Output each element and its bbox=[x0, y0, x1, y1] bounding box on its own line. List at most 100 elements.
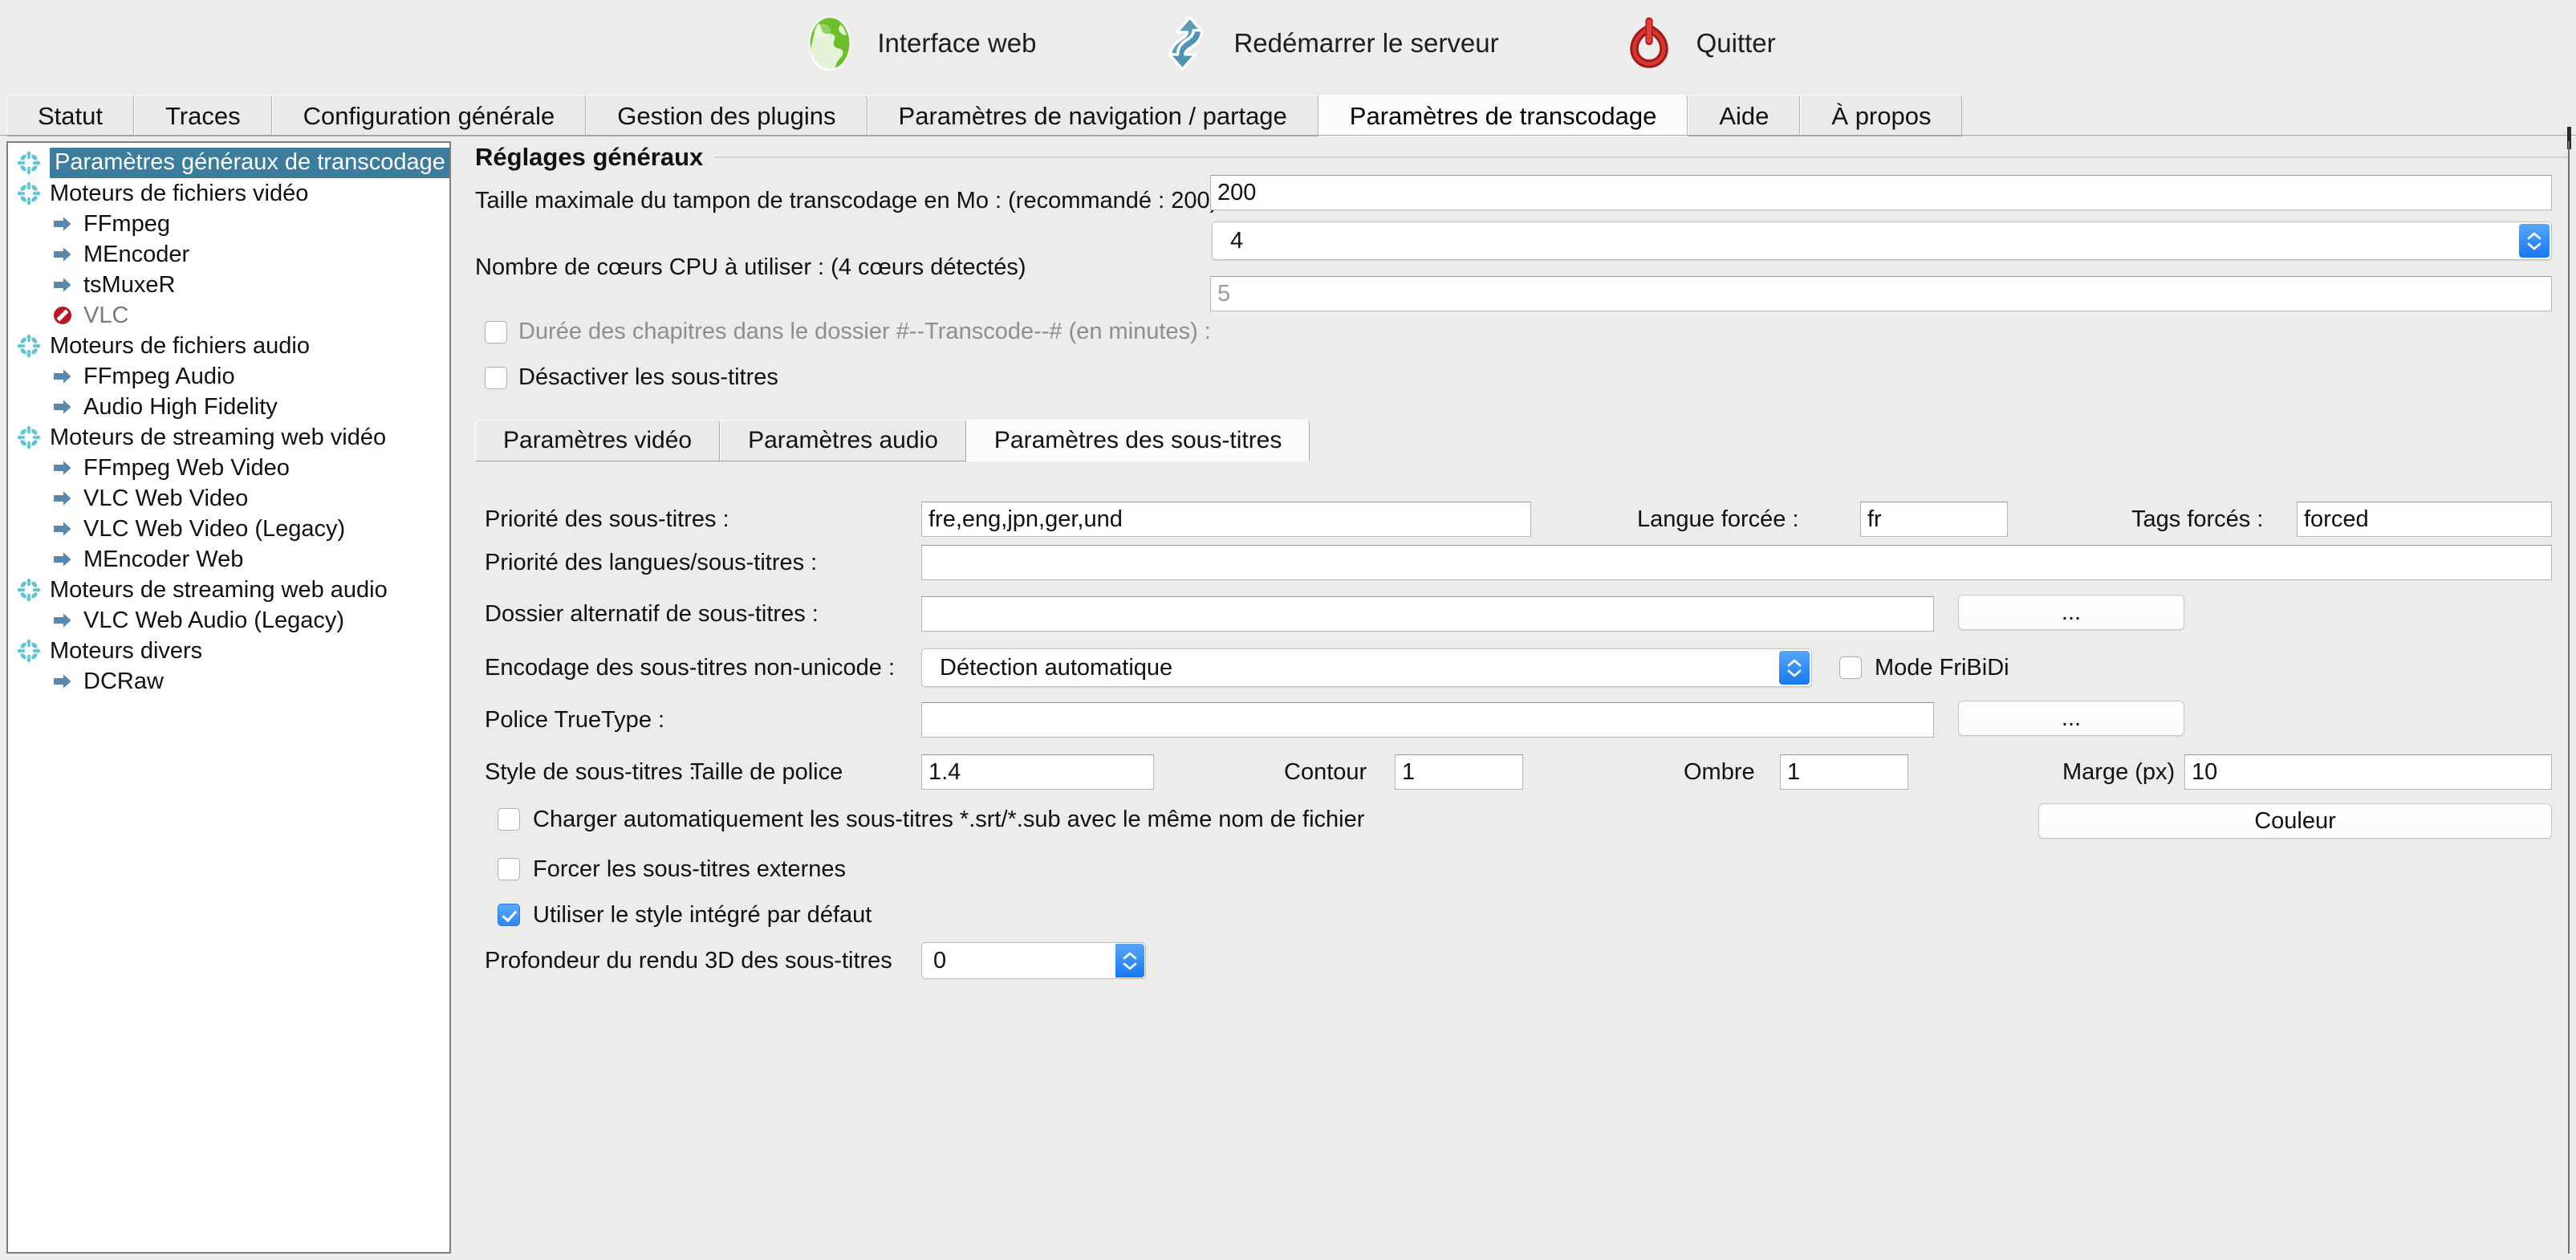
font-size-input[interactable]: 1.4 bbox=[921, 754, 1154, 790]
use-embedded-style-checkbox[interactable] bbox=[498, 904, 520, 926]
web-interface-label: Interface web bbox=[877, 28, 1037, 58]
truetype-font-input[interactable] bbox=[921, 702, 1934, 738]
buffer-size-label: Taille maximale du tampon de transcodage… bbox=[475, 188, 1218, 213]
tab-navigation-partage[interactable]: Paramètres de navigation / partage bbox=[867, 95, 1318, 136]
outline-input[interactable]: 1 bbox=[1395, 754, 1523, 790]
subtitles-3d-depth-stepper[interactable] bbox=[1115, 944, 1144, 978]
cpu-cores-stepper[interactable] bbox=[2519, 224, 2550, 258]
tree-item-label: FFmpeg Audio bbox=[83, 364, 235, 389]
tree-item-label: tsMuxeR bbox=[83, 272, 176, 298]
cpu-cores-select[interactable]: 4 bbox=[1212, 222, 2552, 260]
tree-item-moteurs-de-streaming-web-audio[interactable]: Moteurs de streaming web audio bbox=[8, 575, 449, 605]
tree-item-dcraw[interactable]: DCRaw bbox=[8, 666, 449, 697]
asterisk-icon bbox=[16, 333, 50, 359]
arrow-icon bbox=[50, 364, 83, 389]
tree-item-moteurs-de-fichiers-audio[interactable]: Moteurs de fichiers audio bbox=[8, 331, 449, 361]
tree-item-label: Moteurs de streaming web vidéo bbox=[50, 425, 387, 450]
tree-item-param-tres-g-n-raux-de-transcodage[interactable]: Paramètres généraux de transcodage bbox=[8, 148, 449, 178]
tree-item-label: VLC Web Video bbox=[83, 486, 249, 511]
subtitles-panel: Priorité des sous-titres : fre,eng,jpn,g… bbox=[465, 473, 2568, 1163]
tree-item-moteurs-de-fichiers-vid-o[interactable]: Moteurs de fichiers vidéo bbox=[8, 178, 449, 209]
chapter-duration-label: Durée des chapitres dans le dossier #--T… bbox=[518, 319, 1211, 344]
truetype-font-browse-button[interactable]: ... bbox=[1958, 701, 2184, 736]
transcoding-inner-tabstrip: Paramètres vidéo Paramètres audio Paramè… bbox=[475, 417, 2568, 461]
chapter-duration-checkbox[interactable] bbox=[485, 320, 507, 343]
tree-item-mencoder-web[interactable]: MEncoder Web bbox=[8, 544, 449, 575]
shadow-label: Ombre bbox=[1684, 759, 1755, 785]
tab-aide[interactable]: Aide bbox=[1688, 95, 1801, 136]
quit-button[interactable]: Quitter bbox=[1619, 14, 1776, 73]
arrow-icon bbox=[50, 242, 83, 267]
tree-item-vlc-web-video-legacy[interactable]: VLC Web Video (Legacy) bbox=[8, 514, 449, 544]
tree-item-label: Paramètres généraux de transcodage bbox=[50, 148, 449, 178]
autoload-subtitles-checkbox[interactable] bbox=[498, 808, 520, 831]
subtitle-priority-input[interactable]: fre,eng,jpn,ger,und bbox=[921, 502, 1531, 537]
tab-statut[interactable]: Statut bbox=[6, 95, 134, 136]
disable-subtitles-checkbox[interactable] bbox=[485, 366, 507, 389]
tree-item-label: DCRaw bbox=[83, 669, 164, 694]
chapter-duration-input[interactable]: 5 bbox=[1210, 276, 2552, 311]
subtitles-3d-depth-spinner[interactable]: 0 bbox=[921, 942, 1146, 979]
tree-item-ffmpeg[interactable]: FFmpeg bbox=[8, 209, 449, 239]
subtitles-3d-depth-value: 0 bbox=[933, 947, 947, 973]
tree-item-ffmpeg-web-video[interactable]: FFmpeg Web Video bbox=[8, 453, 449, 483]
language-subtitle-priority-label: Priorité des langues/sous-titres : bbox=[485, 550, 818, 575]
arrow-icon bbox=[50, 547, 83, 572]
tree-item-tsmuxer[interactable]: tsMuxeR bbox=[8, 270, 449, 300]
restart-server-button[interactable]: Redémarrer le serveur bbox=[1156, 14, 1499, 73]
buffer-size-input[interactable]: 200 bbox=[1210, 175, 2552, 210]
web-interface-button[interactable]: Interface web bbox=[800, 14, 1036, 73]
tree-item-label: VLC Web Video (Legacy) bbox=[83, 516, 346, 542]
alt-subtitles-folder-input[interactable] bbox=[921, 596, 1934, 632]
tab-parametres-audio[interactable]: Paramètres audio bbox=[720, 420, 966, 461]
forced-language-label: Langue forcée : bbox=[1637, 506, 1799, 532]
restart-arrows-icon bbox=[1156, 14, 1216, 73]
tabstrip-divider bbox=[0, 135, 2576, 136]
tab-parametres-video[interactable]: Paramètres vidéo bbox=[475, 420, 721, 461]
subtitles-encoding-label: Encodage des sous-titres non-unicode : bbox=[485, 655, 896, 681]
tree-item-vlc-web-video[interactable]: VLC Web Video bbox=[8, 483, 449, 514]
tab-configuration-generale[interactable]: Configuration générale bbox=[271, 95, 587, 136]
engines-tree-panel[interactable]: Paramètres généraux de transcodage Moteur… bbox=[6, 141, 451, 1254]
tree-item-ffmpeg-audio[interactable]: FFmpeg Audio bbox=[8, 361, 449, 392]
use-embedded-style-label: Utiliser le style intégré par défaut bbox=[533, 902, 872, 928]
buffer-size-row: Taille maximale du tampon de transcodage… bbox=[465, 175, 2568, 214]
asterisk-icon bbox=[16, 181, 50, 206]
tab-gestion-des-plugins[interactable]: Gestion des plugins bbox=[586, 95, 867, 136]
cpu-cores-value: 4 bbox=[1230, 227, 1244, 254]
tree-item-moteurs-divers[interactable]: Moteurs divers bbox=[8, 636, 449, 666]
engines-tree[interactable]: Paramètres généraux de transcodage Moteur… bbox=[8, 143, 449, 697]
tree-item-label: Audio High Fidelity bbox=[83, 394, 278, 420]
fribidi-mode-checkbox[interactable] bbox=[1839, 656, 1862, 679]
tree-item-audio-high-fidelity[interactable]: Audio High Fidelity bbox=[8, 392, 449, 422]
autoload-subtitles-label: Charger automatiquement les sous-titres … bbox=[533, 807, 1365, 832]
shadow-input[interactable]: 1 bbox=[1780, 754, 1908, 790]
subtitles-color-button[interactable]: Couleur bbox=[2038, 803, 2552, 839]
tree-item-vlc-web-audio-legacy[interactable]: VLC Web Audio (Legacy) bbox=[8, 605, 449, 636]
tab-traces[interactable]: Traces bbox=[134, 95, 272, 136]
tab-a-propos[interactable]: À propos bbox=[1800, 95, 1963, 136]
tab-parametres-sous-titres[interactable]: Paramètres des sous-titres bbox=[965, 420, 1310, 461]
arrow-icon bbox=[50, 669, 83, 694]
alt-subtitles-folder-browse-button[interactable]: ... bbox=[1958, 595, 2184, 630]
forced-tags-input[interactable]: forced bbox=[2297, 502, 2552, 537]
forced-language-input[interactable]: fr bbox=[1860, 502, 2008, 537]
arrow-icon bbox=[50, 516, 83, 542]
force-external-subtitles-checkbox[interactable] bbox=[498, 858, 520, 880]
language-subtitle-priority-input[interactable] bbox=[921, 545, 2552, 580]
subtitles-encoding-select[interactable]: Détection automatique bbox=[921, 648, 1812, 687]
tree-item-label: Moteurs de fichiers vidéo bbox=[50, 181, 309, 206]
cpu-cores-label: Nombre de cœurs CPU à utiliser : (4 cœur… bbox=[475, 254, 1026, 280]
subtitles-encoding-stepper[interactable] bbox=[1779, 651, 1810, 685]
margin-input[interactable]: 10 bbox=[2184, 754, 2552, 790]
restart-server-label: Redémarrer le serveur bbox=[1233, 28, 1499, 58]
tree-item-vlc[interactable]: VLC bbox=[8, 300, 449, 331]
truetype-font-label: Police TrueType : bbox=[485, 707, 665, 733]
subtitle-priority-label: Priorité des sous-titres : bbox=[485, 506, 729, 532]
tab-transcodage[interactable]: Paramètres de transcodage bbox=[1318, 95, 1688, 136]
tree-item-moteurs-de-streaming-web-vid-o[interactable]: Moteurs de streaming web vidéo bbox=[8, 422, 449, 453]
tree-item-label: Moteurs divers bbox=[50, 638, 203, 664]
transcoding-settings-content: Réglages généraux Taille maximale du tam… bbox=[465, 141, 2568, 1254]
fribidi-mode-label: Mode FriBiDi bbox=[1875, 655, 2009, 681]
tree-item-mencoder[interactable]: MEncoder bbox=[8, 239, 449, 270]
